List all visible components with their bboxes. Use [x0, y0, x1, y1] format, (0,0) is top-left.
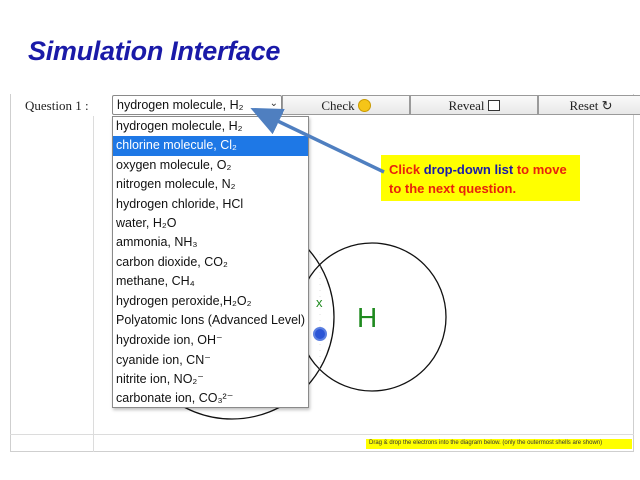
callout-arrow [250, 107, 385, 174]
arrow-line [250, 107, 385, 174]
